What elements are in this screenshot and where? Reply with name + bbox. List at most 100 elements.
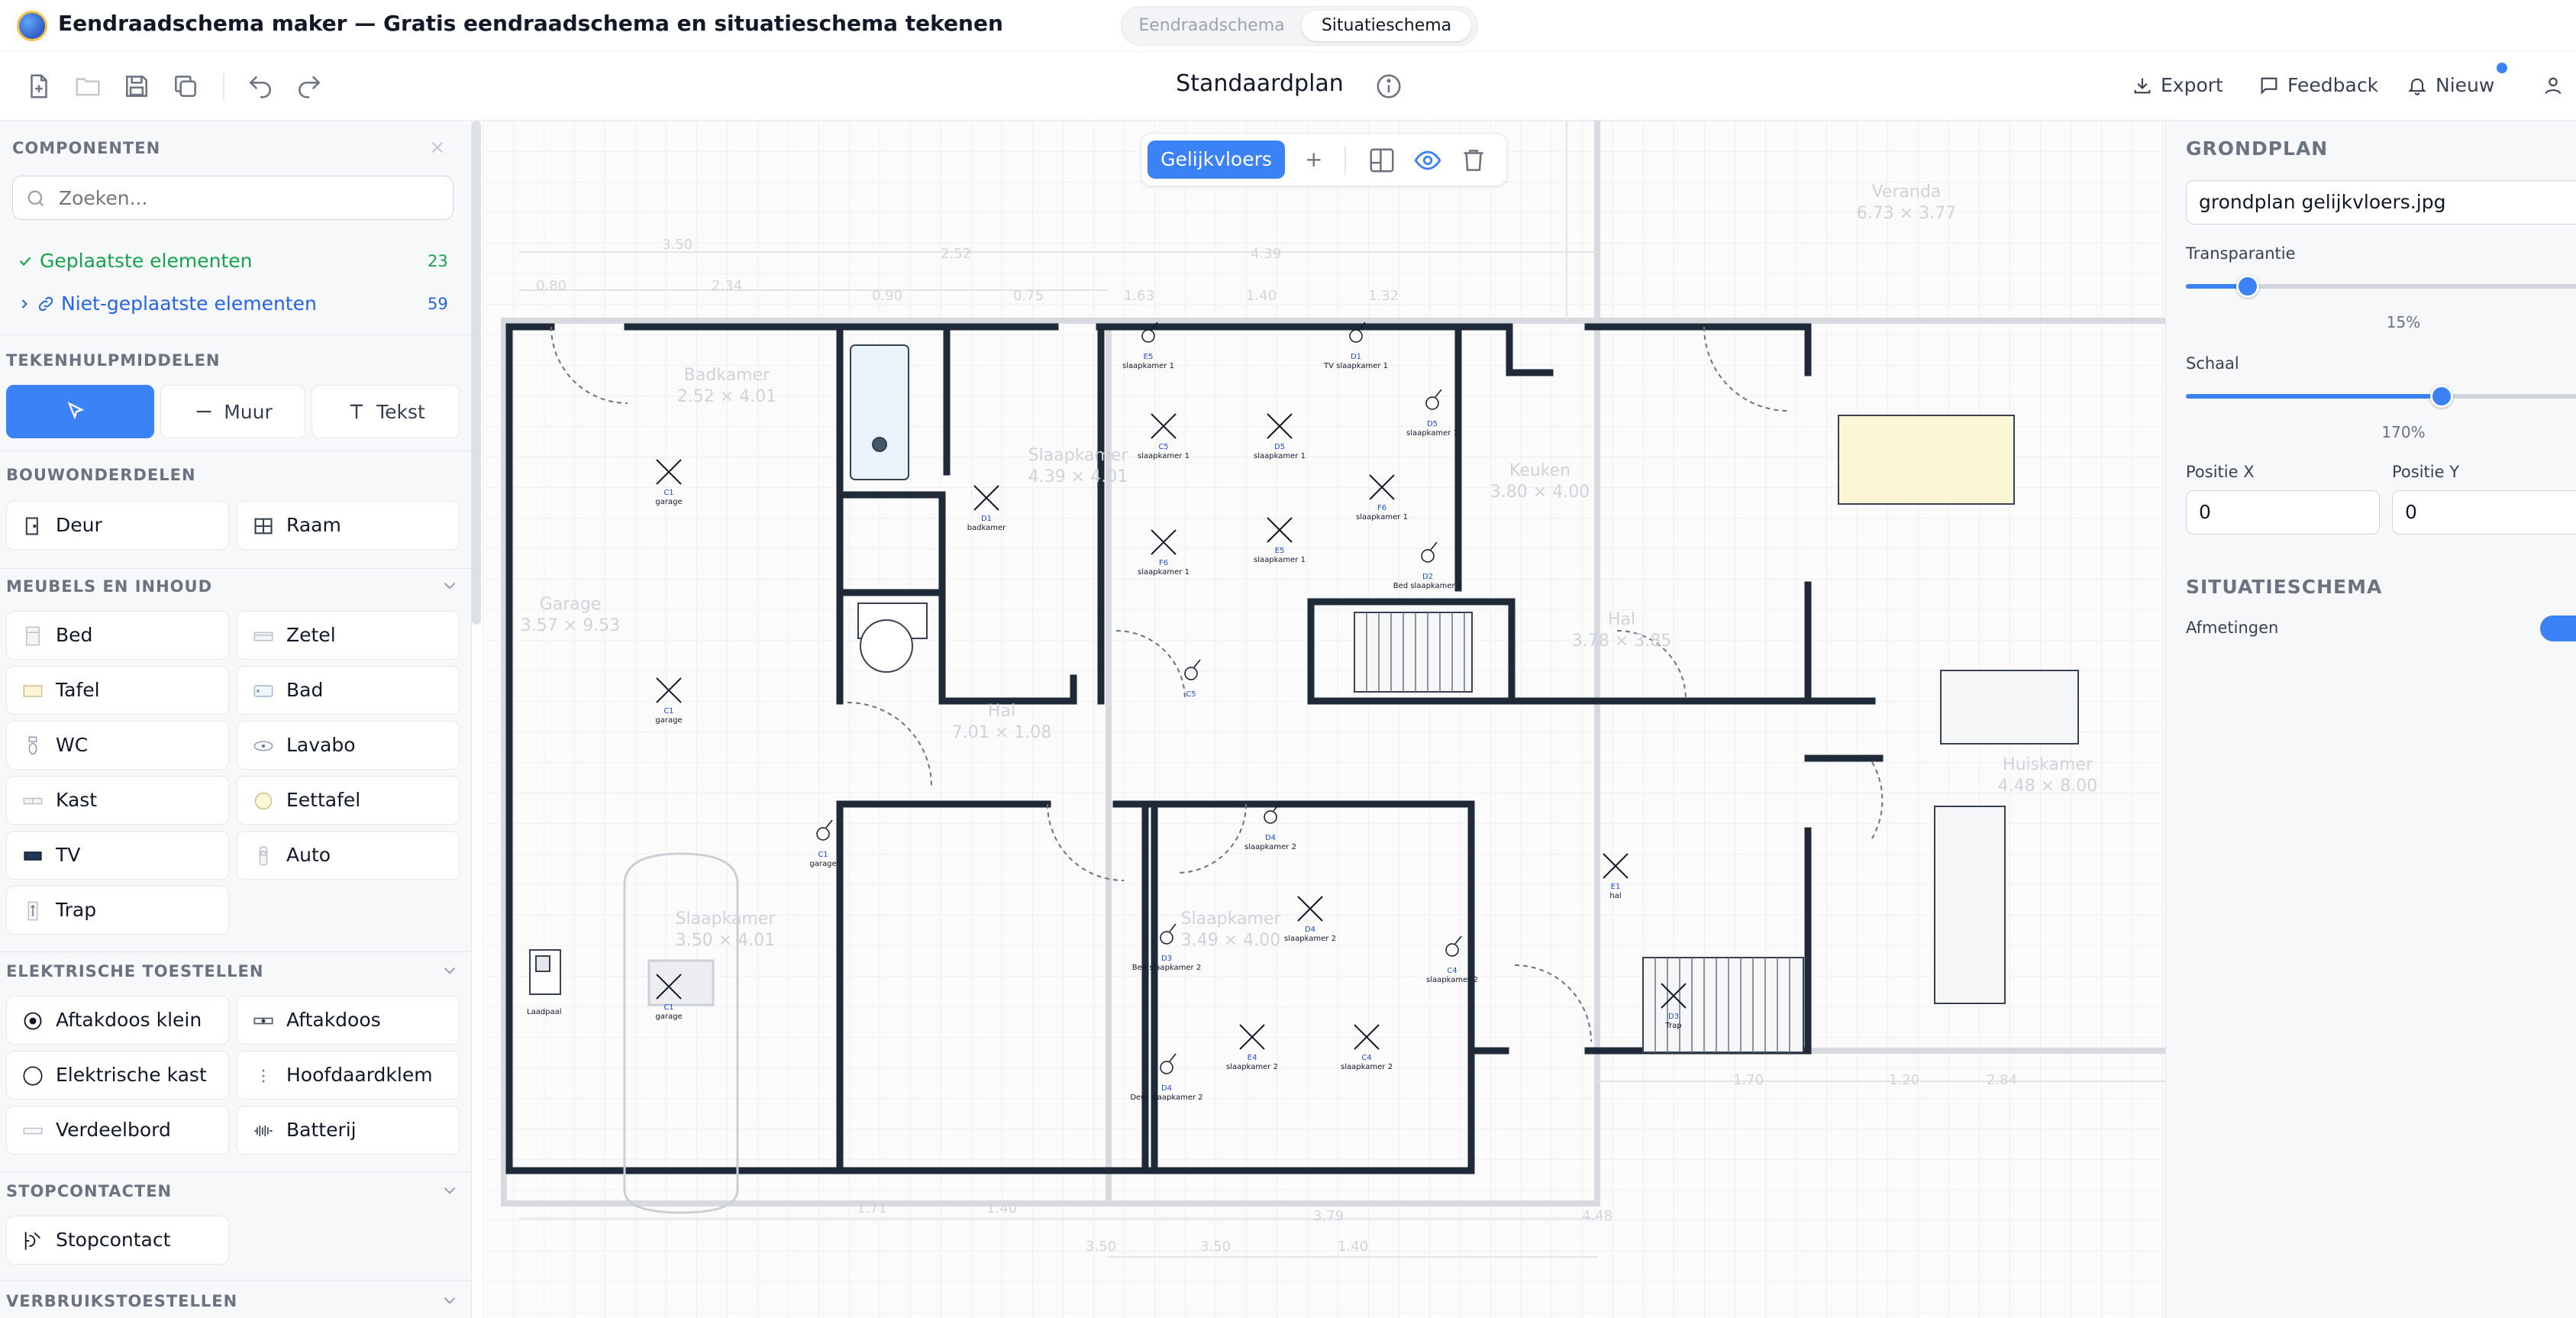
- electrical-symbol[interactable]: C1garage: [809, 819, 837, 868]
- component-electrical-cabinet-label: Elektrische kast: [56, 1064, 207, 1086]
- cabinet-icon: [23, 797, 43, 805]
- open-folder-icon[interactable]: [73, 72, 102, 101]
- electrical-symbol[interactable]: F6slaapkamer 1: [1356, 474, 1408, 522]
- electrical-symbol[interactable]: E5slaapkamer 1: [1254, 517, 1306, 564]
- sidebar-scrollbar[interactable]: [472, 121, 481, 625]
- electrical-symbol[interactable]: D5slaapkamer 1: [1406, 389, 1458, 438]
- component-battery[interactable]: Batterij: [237, 1106, 460, 1155]
- electrical-symbol[interactable]: F6slaapkamer 1: [1138, 529, 1190, 577]
- symbol-code: F6: [1377, 504, 1386, 512]
- battery-icon: [254, 1126, 273, 1136]
- wall-line-icon: [196, 410, 211, 413]
- electrical-header: ELEKTRISCHE TOESTELLEN: [6, 962, 264, 980]
- symbol-code: D3: [1668, 1013, 1679, 1021]
- delete-floor-icon[interactable]: [1459, 146, 1488, 175]
- position-x-input[interactable]: 0: [2186, 490, 2380, 535]
- text-tool-button[interactable]: Tekst: [312, 385, 460, 438]
- export-button[interactable]: Export: [2132, 70, 2223, 101]
- feedback-button[interactable]: Feedback: [2258, 70, 2378, 101]
- component-table[interactable]: Tafel: [6, 666, 229, 715]
- select-tool-button[interactable]: [6, 385, 154, 438]
- scale-slider-fill: [2186, 394, 2442, 399]
- junction-box-icon: [253, 1017, 273, 1025]
- scale-slider-handle[interactable]: [2429, 385, 2453, 408]
- unplaced-elements-toggle[interactable]: Niet-geplaatste elementen: [17, 290, 317, 318]
- component-distribution-board[interactable]: Verdeelbord: [6, 1106, 229, 1155]
- transparency-slider[interactable]: [2186, 275, 2576, 298]
- sink-icon: [253, 741, 273, 751]
- add-floor-button[interactable]: +: [1305, 141, 1322, 178]
- component-tv[interactable]: TV: [6, 831, 229, 880]
- transparency-value: 15%: [2386, 313, 2421, 331]
- undo-icon[interactable]: [246, 72, 275, 101]
- placed-elements-toggle[interactable]: Geplaatste elementen: [17, 247, 252, 275]
- component-junction-box[interactable]: Aftakdoos: [237, 996, 460, 1045]
- wall-tool-button[interactable]: Muur: [160, 385, 305, 438]
- component-bath[interactable]: Bad: [237, 666, 460, 715]
- floorplan-layout-icon[interactable]: [1367, 146, 1396, 175]
- visibility-eye-icon[interactable]: [1413, 146, 1442, 175]
- search-field[interactable]: [12, 176, 454, 220]
- symbol-label: TV slaapkamer 1: [1323, 362, 1388, 370]
- electrical-symbol[interactable]: C1garage: [655, 459, 683, 506]
- mode-eendraadschema-button[interactable]: Eendraadschema: [1128, 11, 1296, 41]
- redo-icon[interactable]: [295, 72, 324, 101]
- grondplan-file-field[interactable]: grondplan gelijkvloers.jpg: [2186, 180, 2576, 225]
- electrical-symbol[interactable]: D4slaapkamer 2: [1244, 803, 1296, 851]
- component-main-earth[interactable]: Hoofdaardklem: [237, 1051, 460, 1100]
- floor-plan-drawing[interactable]: Garage 3.57 × 9.53 Badkamer 2.52 × 4.01 Slaa…: [483, 121, 2165, 1318]
- save-icon[interactable]: [122, 72, 151, 101]
- component-bed[interactable]: Bed: [6, 611, 229, 660]
- chevron-down-icon[interactable]: [440, 961, 460, 980]
- component-window[interactable]: Raam: [237, 501, 460, 550]
- dimensions-toggle[interactable]: [2540, 615, 2576, 641]
- component-wc[interactable]: WC: [6, 721, 229, 770]
- position-y-input[interactable]: 0: [2392, 490, 2576, 535]
- symbol-code: D1: [981, 515, 992, 523]
- component-stairs[interactable]: Trap: [6, 886, 229, 935]
- electrical-symbol[interactable]: C5slaapkamer 1: [1138, 413, 1190, 460]
- electrical-symbol[interactable]: C1garage: [655, 677, 683, 725]
- component-sink[interactable]: Lavabo: [237, 721, 460, 770]
- electrical-symbol[interactable]: D2Bed slaapkamer 1: [1393, 541, 1462, 590]
- electrical-symbol[interactable]: D5slaapkamer 1: [1254, 413, 1306, 460]
- unplaced-count: 59: [428, 295, 448, 313]
- electrical-symbol[interactable]: E4slaapkamer 2: [1226, 1024, 1278, 1071]
- electrical-symbol[interactable]: E1hal: [1603, 853, 1629, 900]
- component-door[interactable]: Deur: [6, 501, 229, 550]
- component-sofa[interactable]: Zetel: [237, 611, 460, 660]
- electrical-symbol[interactable]: D4slaapkamer 2: [1284, 896, 1336, 943]
- chevron-down-icon[interactable]: [440, 1181, 460, 1200]
- duplicate-icon[interactable]: [171, 72, 200, 101]
- symbol-code: D5: [1274, 443, 1285, 451]
- component-junction-box-small[interactable]: Aftakdoos klein: [6, 996, 229, 1045]
- dimension-label: 3.50: [662, 237, 692, 253]
- building-header: BOUWONDERDELEN: [6, 466, 196, 484]
- chevron-down-icon[interactable]: [440, 1291, 460, 1310]
- search-input[interactable]: [57, 183, 439, 213]
- info-icon[interactable]: [1374, 72, 1403, 101]
- drawing-canvas[interactable]: Garage 3.57 × 9.53 Badkamer 2.52 × 4.01 Slaa…: [483, 121, 2165, 1318]
- electrical-symbol[interactable]: D1badkamer: [967, 485, 1006, 532]
- transparency-slider-handle[interactable]: [2236, 275, 2259, 298]
- new-file-icon[interactable]: [24, 72, 53, 101]
- mode-situatieschema-button[interactable]: Situatieschema: [1302, 11, 1471, 41]
- component-car[interactable]: Auto: [237, 831, 460, 880]
- component-cabinet[interactable]: Kast: [6, 776, 229, 825]
- electrical-symbol[interactable]: C5: [1184, 659, 1201, 699]
- new-button[interactable]: Nieuw: [2407, 70, 2494, 101]
- component-main-earth-label: Hoofdaardklem: [286, 1064, 433, 1086]
- chevron-down-icon[interactable]: [440, 576, 460, 596]
- plan-title[interactable]: Standaardplan: [1145, 70, 1374, 97]
- dimension-label: 1.70: [1733, 1072, 1764, 1088]
- component-electrical-cabinet[interactable]: Elektrische kast: [6, 1051, 229, 1100]
- floor-tab-gelijkvloers[interactable]: Gelijkvloers: [1148, 141, 1285, 179]
- electrical-symbol[interactable]: C4slaapkamer 2: [1341, 1024, 1393, 1071]
- close-icon[interactable]: [428, 137, 447, 157]
- room-name: Hal: [1608, 610, 1635, 629]
- electrical-symbol[interactable]: D4Deur slaapkamer 2: [1130, 1053, 1203, 1102]
- component-socket[interactable]: Stopcontact: [6, 1216, 229, 1265]
- user-icon[interactable]: [2542, 70, 2571, 101]
- component-dining-table[interactable]: Eettafel: [237, 776, 460, 825]
- scale-slider[interactable]: [2186, 385, 2576, 408]
